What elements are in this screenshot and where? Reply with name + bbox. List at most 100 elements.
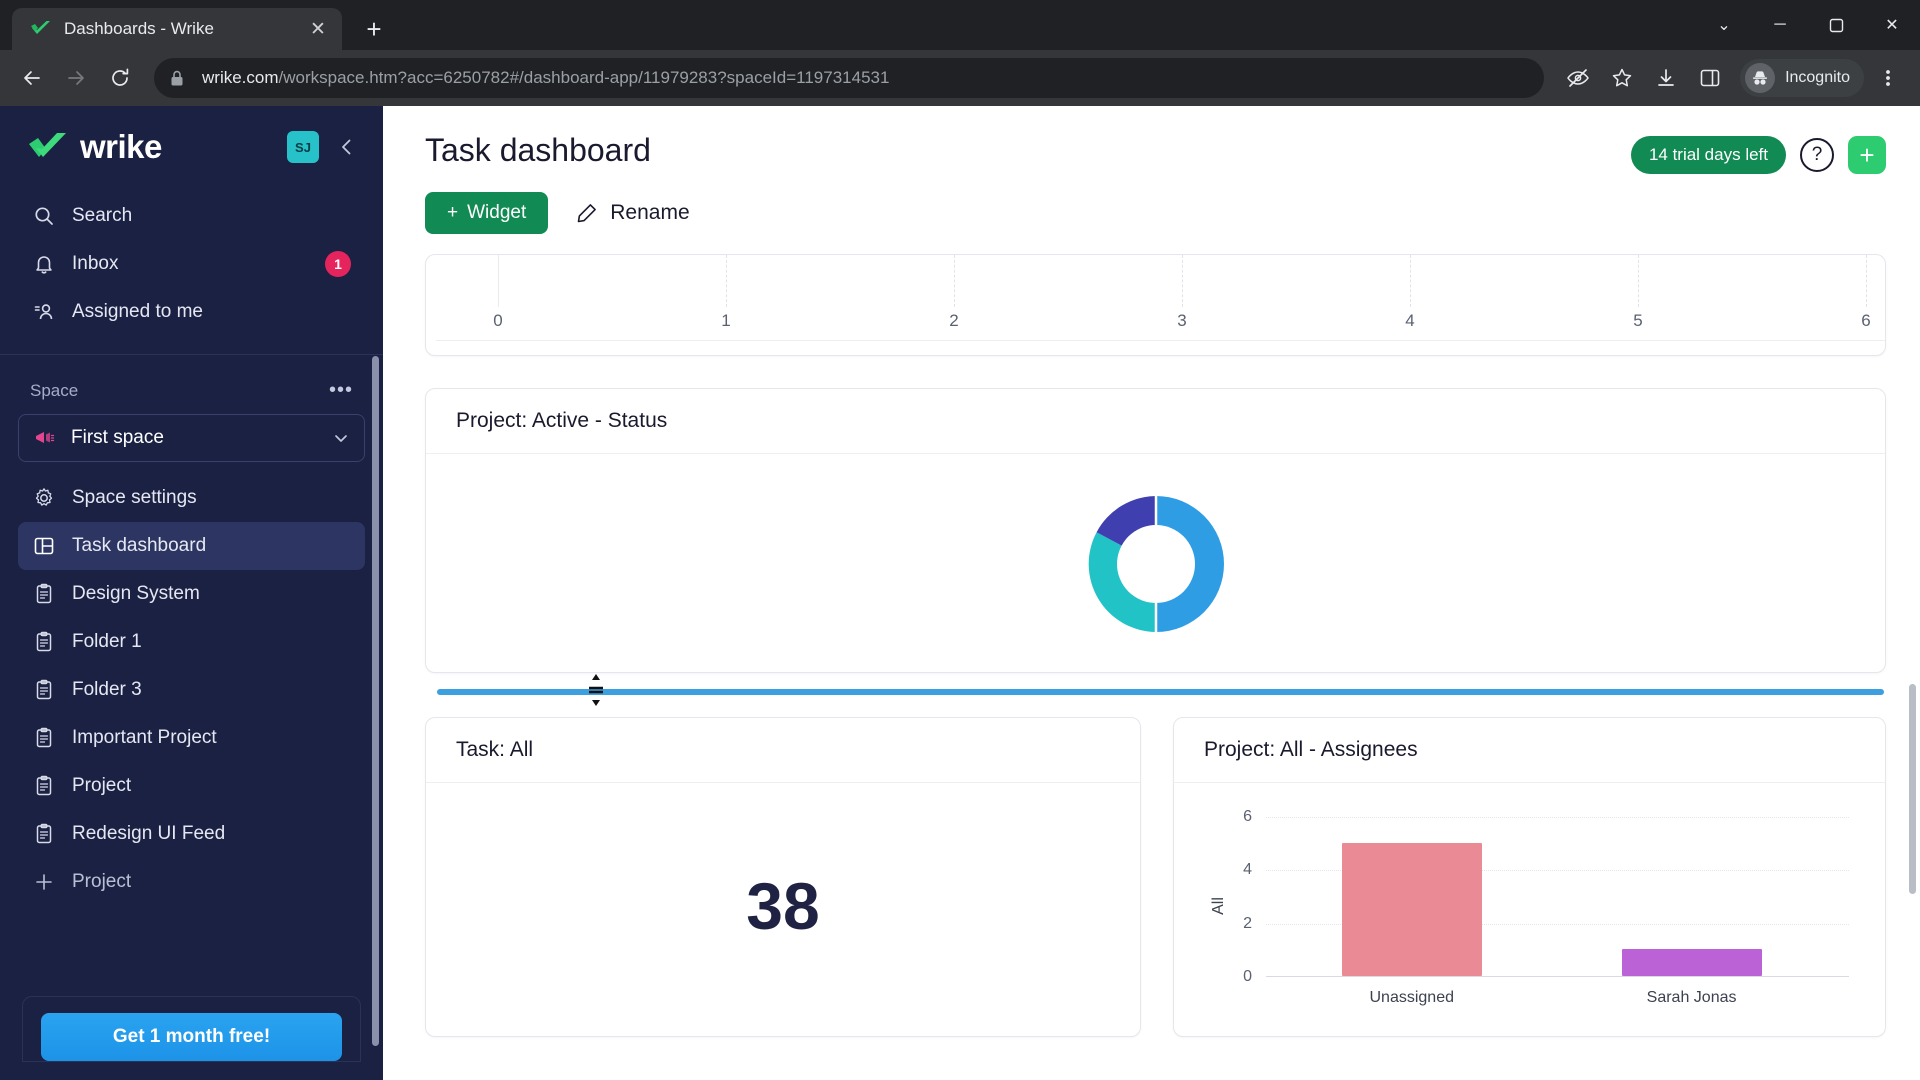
sidebar-item-label: Search: [72, 205, 133, 226]
resize-vertical-cursor-icon: [585, 673, 607, 707]
sidebar-scrollbar[interactable]: [372, 356, 379, 1046]
sidebar-item-label: Design System: [72, 583, 200, 604]
sidebar-item-add-project[interactable]: Project: [18, 858, 365, 906]
url-text: wrike.com/workspace.htm?acc=6250782#/das…: [202, 68, 889, 88]
sidebar-item-assigned-to-me[interactable]: Assigned to me: [18, 288, 365, 336]
widget-title: Project: All - Assignees: [1174, 718, 1885, 783]
widget-title: Task: All: [426, 718, 1140, 783]
bar-plot-area: 6 4 2 0 Unassigned Sarah Jonas: [1243, 808, 1849, 1006]
wrike-check-icon: [30, 18, 52, 40]
chevron-down-icon[interactable]: [332, 429, 350, 447]
widget-project-all-assignees[interactable]: Project: All - Assignees All 6 4 2 0 Una…: [1173, 717, 1886, 1037]
resize-bar[interactable]: [437, 689, 1884, 695]
folder-icon: [32, 775, 56, 797]
maximize-icon[interactable]: [1808, 0, 1864, 50]
y-axis-label: 2: [1243, 914, 1252, 932]
minimize-icon[interactable]: ─: [1752, 0, 1808, 50]
sidebar-item-space-settings[interactable]: Space settings: [18, 474, 365, 522]
widget-project-active-status[interactable]: Project: Active - Status: [425, 388, 1886, 673]
trial-badge[interactable]: 14 trial days left: [1630, 136, 1786, 174]
folder-icon: [32, 631, 56, 653]
browser-tab[interactable]: Dashboards - Wrike ✕: [12, 8, 342, 50]
tab-strip: Dashboards - Wrike ✕ + ⌄ ─ ✕: [0, 0, 1920, 50]
chevron-down-icon[interactable]: ⌄: [1696, 0, 1752, 50]
task-count-value: 38: [746, 869, 820, 943]
sidebar-item-label: Inbox: [72, 253, 119, 274]
menu-dots-icon[interactable]: [1868, 58, 1908, 98]
page-title: Task dashboard: [425, 132, 651, 168]
donut-svg: [1088, 496, 1224, 632]
sidebar-item-label: Folder 1: [72, 631, 142, 652]
axis-label: 1: [721, 311, 731, 330]
bell-icon: [32, 253, 56, 275]
axis-baseline: [436, 340, 1885, 341]
axis-tick: [1410, 255, 1411, 307]
rename-button[interactable]: Rename: [576, 201, 690, 225]
plus-icon: +: [447, 202, 459, 223]
back-icon[interactable]: [12, 58, 52, 98]
reload-icon[interactable]: [100, 58, 140, 98]
download-icon[interactable]: [1646, 58, 1686, 98]
axis-tick: [1866, 255, 1867, 307]
sidebar-item-important-project[interactable]: Important Project: [18, 714, 365, 762]
folder-icon: [32, 823, 56, 845]
space-selector[interactable]: First space: [18, 414, 365, 462]
grid-line: [1266, 817, 1849, 818]
help-icon[interactable]: ?: [1800, 138, 1834, 172]
page-body: wrike SJ Search Inbox 1 Assigned to me S…: [0, 106, 1920, 1080]
toolbar-icons: Incognito: [1558, 58, 1908, 98]
sidebar-item-label: Assigned to me: [72, 301, 203, 322]
bar-sarah-jonas[interactable]: [1621, 949, 1762, 976]
search-icon: [32, 205, 56, 227]
sidebar-item-inbox[interactable]: Inbox 1: [18, 240, 365, 288]
side-panel-icon[interactable]: [1690, 58, 1730, 98]
donut-chart: [426, 454, 1885, 674]
content-scrollbar[interactable]: [1909, 684, 1916, 894]
widget-resize-divider[interactable]: [425, 674, 1886, 706]
sidebar-item-folder-1[interactable]: Folder 1: [18, 618, 365, 666]
axis-label: 6: [1861, 311, 1871, 330]
close-icon[interactable]: ✕: [304, 15, 332, 43]
sidebar-item-design-system[interactable]: Design System: [18, 570, 365, 618]
sidebar-item-folder-3[interactable]: Folder 3: [18, 666, 365, 714]
rename-label: Rename: [610, 201, 690, 224]
add-button[interactable]: +: [1848, 136, 1886, 174]
section-more-icon[interactable]: •••: [329, 379, 353, 402]
sidebar-item-search[interactable]: Search: [18, 192, 365, 240]
axis-label: 5: [1633, 311, 1643, 330]
sidebar-item-label: Folder 3: [72, 679, 142, 700]
x-axis-label: Sarah Jonas: [1646, 989, 1737, 1006]
y-axis-title: All: [1209, 897, 1227, 915]
plus-icon: [32, 872, 56, 892]
megaphone-icon: [33, 427, 55, 449]
pencil-icon: [576, 202, 598, 224]
new-tab-button[interactable]: +: [356, 11, 392, 47]
close-window-icon[interactable]: ✕: [1864, 0, 1920, 50]
sidebar-item-task-dashboard[interactable]: Task dashboard: [18, 522, 365, 570]
add-widget-button[interactable]: + Widget: [425, 192, 549, 234]
widget-title: Project: Active - Status: [426, 389, 1885, 454]
axis-tick: [498, 255, 499, 307]
eye-off-icon[interactable]: [1558, 58, 1598, 98]
address-bar[interactable]: wrike.com/workspace.htm?acc=6250782#/das…: [154, 58, 1545, 98]
bar-unassigned[interactable]: [1341, 842, 1482, 976]
avatar[interactable]: SJ: [287, 131, 319, 163]
forward-icon[interactable]: [56, 58, 96, 98]
profile-incognito-button[interactable]: Incognito: [1740, 59, 1864, 97]
widget-clipped-axis[interactable]: 0 1 2 3 4 5 6: [425, 254, 1886, 356]
widget-task-all[interactable]: Task: All 38: [425, 717, 1141, 1037]
collapse-sidebar-icon[interactable]: [333, 133, 361, 161]
axis-tick: [954, 255, 955, 307]
star-icon[interactable]: [1602, 58, 1642, 98]
section-title: Space: [30, 380, 79, 400]
sidebar-item-label: Project: [72, 775, 132, 796]
sidebar-header: wrike SJ: [0, 106, 383, 192]
assigned-user-icon: [32, 301, 56, 323]
wrike-logo[interactable]: wrike: [26, 128, 287, 166]
donut-hole: [1116, 525, 1195, 603]
sidebar: wrike SJ Search Inbox 1 Assigned to me S…: [0, 106, 383, 1080]
widget-row-bottom: Task: All 38 Project: All - Assignees Al…: [425, 717, 1886, 1037]
sidebar-item-project[interactable]: Project: [18, 762, 365, 810]
sidebar-item-redesign-ui-feed[interactable]: Redesign UI Feed: [18, 810, 365, 858]
get-free-month-button[interactable]: Get 1 month free!: [41, 1013, 342, 1061]
